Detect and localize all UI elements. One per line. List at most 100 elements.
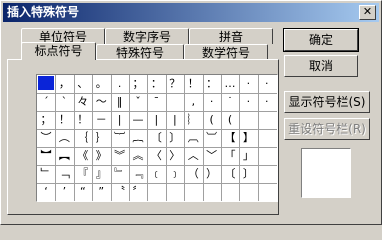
symbol-cell[interactable]: ： (147, 76, 165, 92)
symbol-cell[interactable]: 。 (92, 76, 110, 92)
symbol-cell[interactable]: ： (203, 76, 221, 92)
symbol-cell[interactable]: · (258, 76, 276, 92)
symbol-cell[interactable] (258, 184, 276, 200)
symbol-cell[interactable]: | (111, 112, 129, 128)
symbol-cell[interactable]: “ (74, 184, 92, 200)
tab-math-symbols[interactable]: 数学符号 (184, 44, 268, 60)
symbol-cell[interactable]: ﹝ (147, 166, 165, 182)
symbol-cell[interactable] (258, 130, 276, 146)
symbol-cell[interactable]: ‚ (184, 94, 202, 110)
symbol-cell[interactable]: 『 (74, 166, 92, 182)
symbol-cell[interactable]: ︿ (184, 148, 202, 164)
symbol-cell[interactable]: 《 (74, 148, 92, 164)
symbol-cell[interactable]: 【 (221, 130, 239, 146)
symbol-cell[interactable]: 〞 (129, 184, 147, 200)
symbol-cell[interactable]: ” (92, 184, 110, 200)
symbol-cell[interactable] (37, 76, 55, 92)
symbol-cell[interactable]: ｝ (92, 130, 110, 146)
symbol-cell[interactable]: ﹁ (55, 166, 73, 182)
symbol-cell[interactable]: 〔 (221, 166, 239, 182)
symbol-cell[interactable]: ） (203, 166, 221, 182)
symbol-cell[interactable]: ˙ (221, 94, 239, 110)
symbol-cell[interactable]: ！ (55, 112, 73, 128)
tab-number-sequence[interactable]: 数字序号 (105, 28, 189, 44)
symbol-cell[interactable]: … (221, 76, 239, 92)
symbol-cell[interactable] (239, 184, 257, 200)
symbol-cell[interactable]: ˋ (55, 94, 73, 110)
symbol-cell[interactable]: ﹀ (203, 148, 221, 164)
symbol-cell[interactable]: ｛ (74, 130, 92, 146)
symbol-cell[interactable]: － (92, 112, 110, 128)
tab-pinyin[interactable]: 拼音 (189, 28, 273, 44)
symbol-cell[interactable]: ？ (166, 76, 184, 92)
symbol-cell[interactable]: . (111, 76, 129, 92)
symbol-cell[interactable] (166, 184, 184, 200)
symbol-cell[interactable]: 」 (239, 148, 257, 164)
tab-special-symbols[interactable]: 特殊符号 (96, 44, 184, 60)
symbol-cell[interactable] (203, 184, 221, 200)
tab-punctuation[interactable]: 标点符号 (21, 42, 96, 60)
symbol-cell[interactable]: ︺ (203, 130, 221, 146)
symbol-cell[interactable]: ︹ (184, 130, 202, 146)
symbol-cell[interactable]: 「 (221, 148, 239, 164)
symbol-cell[interactable]: ‘ (37, 184, 55, 200)
symbol-cell[interactable]: ， (55, 76, 73, 92)
symbol-cell[interactable] (221, 184, 239, 200)
symbol-cell[interactable]: 々 (74, 94, 92, 110)
symbol-cell[interactable]: ︶ (37, 130, 55, 146)
symbol-cell[interactable] (258, 112, 276, 128)
symbol-cell[interactable]: ； (129, 76, 147, 92)
symbol-cell[interactable]: ； (37, 112, 55, 128)
symbol-cell[interactable]: 、 (74, 76, 92, 92)
symbol-cell[interactable]: ﹂ (37, 166, 55, 182)
symbol-cell[interactable]: · (239, 76, 257, 92)
symbol-cell[interactable] (258, 148, 276, 164)
symbol-cell[interactable]: — (129, 112, 147, 128)
symbol-cell[interactable]: 』 (92, 166, 110, 182)
symbol-cell[interactable]: ︴ (184, 112, 202, 128)
symbol-cell[interactable]: ︵ (55, 130, 73, 146)
symbol-cell[interactable]: ︷ (129, 130, 147, 146)
symbol-cell[interactable]: ﹞ (166, 166, 184, 182)
symbol-cell[interactable]: ﹄ (111, 166, 129, 182)
symbol-cell[interactable]: ( (203, 112, 221, 128)
symbol-grid[interactable]: ，、。.；：？！：… · · ˊ ˋ 々～ ‖ ˇ ˉ ‚ · ˙ · ·；！！－ | — | | ︴((︶ ︵ ｛｝ ︸… (36, 74, 278, 202)
symbol-cell[interactable]: | (147, 112, 165, 128)
symbol-cell[interactable]: 〕 (166, 130, 184, 146)
symbol-cell[interactable]: ˇ (129, 94, 147, 110)
cancel-button[interactable]: 取消 (284, 55, 358, 77)
symbol-cell[interactable]: ﹃ (129, 166, 147, 182)
symbol-cell[interactable]: 】 (239, 130, 257, 146)
symbol-cell[interactable]: ︽ (129, 148, 147, 164)
symbol-cell[interactable] (184, 184, 202, 200)
symbol-cell[interactable]: · (203, 94, 221, 110)
symbol-cell[interactable]: ’ (55, 184, 73, 200)
symbol-cell[interactable]: ˉ (147, 94, 165, 110)
show-symbol-bar-button[interactable]: 显示符号栏(S) (284, 91, 370, 113)
ok-button[interactable]: 确定 (283, 28, 359, 52)
symbol-cell[interactable]: 〉 (166, 148, 184, 164)
symbol-cell[interactable]: ︼ (37, 148, 55, 164)
symbol-cell[interactable]: ！ (74, 112, 92, 128)
symbol-cell[interactable]: ︸ (111, 130, 129, 146)
symbol-cell[interactable]: · (258, 94, 276, 110)
symbol-cell[interactable]: ︻ (55, 148, 73, 164)
symbol-cell[interactable]: 〕 (239, 166, 257, 182)
symbol-cell[interactable]: ！ (184, 76, 202, 92)
symbol-cell[interactable]: 〝 (111, 184, 129, 200)
symbol-cell[interactable]: ( (221, 112, 239, 128)
symbol-cell[interactable]: 〈 (147, 148, 165, 164)
symbol-cell[interactable]: · (239, 94, 257, 110)
symbol-cell[interactable]: ‖ (111, 94, 129, 110)
symbol-cell[interactable]: ︾ (111, 148, 129, 164)
symbol-cell[interactable]: 〔 (147, 130, 165, 146)
symbol-cell[interactable]: （ (184, 166, 202, 182)
symbol-cell[interactable] (147, 184, 165, 200)
symbol-cell[interactable] (239, 112, 257, 128)
symbol-cell[interactable]: | (166, 112, 184, 128)
symbol-cell[interactable] (258, 166, 276, 182)
symbol-cell[interactable]: 》 (92, 148, 110, 164)
symbol-cell[interactable]: ˊ (37, 94, 55, 110)
symbol-cell[interactable]: ～ (92, 94, 110, 110)
close-button[interactable]: ✕ (359, 5, 376, 20)
